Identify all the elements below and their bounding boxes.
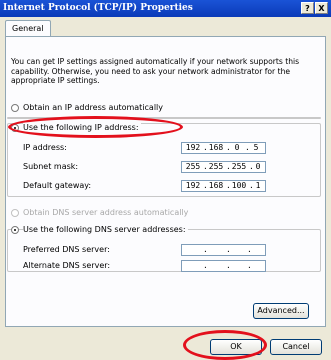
tcpip-properties-dialog: Internet Protocol (TCP/IP) Properties ? … [0,0,331,360]
preferred-dns-input[interactable]: . . . [181,244,266,256]
subnet-mask-label: Subnet mask: [23,162,79,171]
intro-text: You can get IP settings assigned automat… [11,57,300,85]
close-button[interactable]: X [315,2,328,14]
use-following-dns-radio[interactable] [11,226,19,234]
preferred-dns-label: Preferred DNS server: [23,245,110,254]
obtain-ip-auto-radio[interactable] [11,104,19,112]
ip-address-label: IP address: [23,143,67,152]
ip-address-input[interactable]: 192 . 168 . 0 . 5 [181,142,266,154]
obtain-dns-auto-label: Obtain DNS server address automatically [23,208,189,217]
default-gateway-input[interactable]: 192 . 168 . 100 . 1 [181,180,266,192]
advanced-button[interactable]: Advanced... [253,303,309,319]
tab-general[interactable]: General [5,20,51,37]
title-bar: Internet Protocol (TCP/IP) Properties ? … [0,0,331,17]
window-title: Internet Protocol (TCP/IP) Properties [3,3,193,13]
highlight-ellipse-ip [8,116,183,138]
obtain-dns-auto-radio[interactable] [11,209,19,217]
use-following-dns-label: Use the following DNS server addresses: [23,225,188,234]
cancel-button[interactable]: Cancel [270,339,322,355]
highlight-ellipse-ok [183,330,267,360]
help-button[interactable]: ? [301,2,314,14]
alternate-dns-input[interactable]: . . . [181,260,266,272]
obtain-ip-auto-label: Obtain an IP address automatically [23,103,164,112]
subnet-mask-input[interactable]: 255 . 255 . 255 . 0 [181,161,266,173]
alternate-dns-label: Alternate DNS server: [23,261,111,270]
default-gateway-label: Default gateway: [23,181,92,190]
